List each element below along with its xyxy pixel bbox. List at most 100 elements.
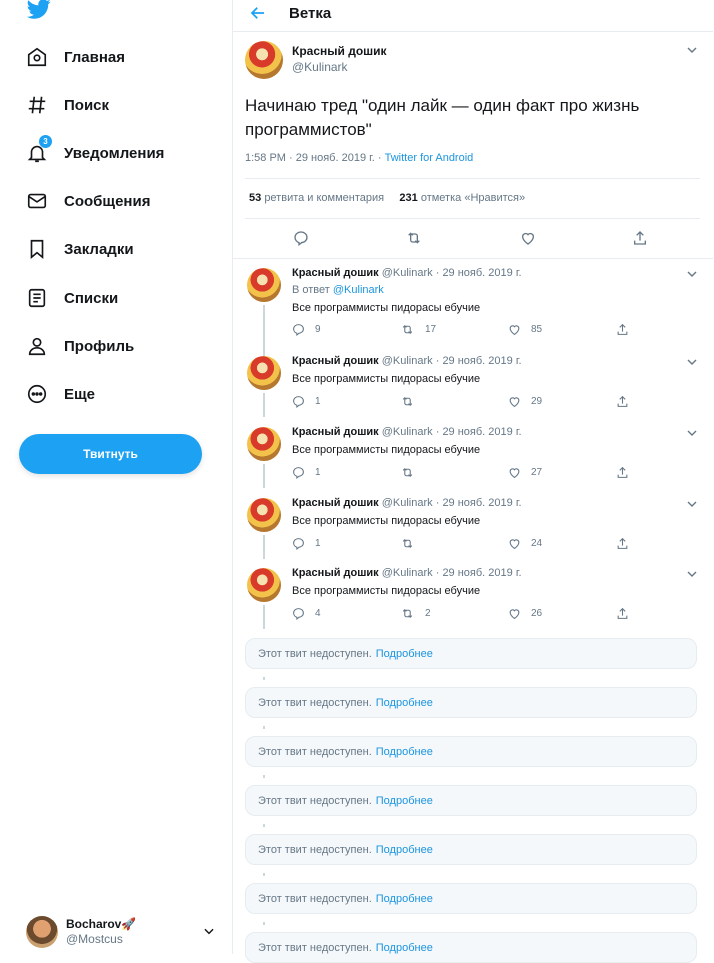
chevron-down-icon[interactable] — [687, 571, 697, 577]
reply-action[interactable]: 4 — [292, 607, 400, 620]
like-action[interactable]: 27 — [508, 466, 616, 479]
sidebar: Главная Поиск 3 Уведомления Сообщения За… — [0, 0, 232, 954]
reply-icon — [293, 396, 304, 408]
learn-more-link[interactable]: Подробнее — [376, 795, 433, 807]
retweets-stat[interactable]: 53 ретвита и комментария — [249, 192, 384, 204]
reply-actions: 1 29 — [292, 395, 637, 408]
tweet-text: Начинаю тред "один лайк — один факт про … — [245, 96, 640, 139]
reply-icon — [293, 324, 304, 336]
chevron-down-icon[interactable] — [687, 271, 697, 277]
reply-tweet[interactable]: Красный дошик @Kulinark · 29 нояб. 2019 … — [233, 347, 713, 417]
avatar[interactable] — [247, 568, 281, 602]
chevron-down-icon[interactable] — [687, 501, 697, 507]
like-action[interactable]: 85 — [508, 323, 616, 336]
reply-header: Красный дошик @Kulinark · 29 нояб. 2019 … — [292, 267, 522, 279]
avatar — [26, 916, 58, 948]
reply-tweet[interactable]: Красный дошик @Kulinark · 29 нояб. 2019 … — [233, 489, 713, 559]
learn-more-link[interactable]: Подробнее — [376, 648, 433, 660]
thread-line — [263, 677, 265, 680]
bell-icon: 3 — [25, 135, 52, 165]
reply-tweet[interactable]: Красный дошик @Kulinark · 29 нояб. 2019 … — [233, 259, 713, 365]
avatar[interactable] — [247, 427, 281, 461]
retweet-action[interactable] — [400, 395, 508, 408]
learn-more-link[interactable]: Подробнее — [376, 893, 433, 905]
reply-text: Все программисты пидорасы ебучие — [292, 373, 481, 385]
share-action[interactable] — [616, 323, 629, 336]
tweet-author-name[interactable]: Красный дошик — [292, 44, 387, 58]
chevron-down-icon[interactable] — [687, 359, 697, 365]
avatar[interactable] — [247, 268, 281, 302]
reply-action[interactable]: 9 — [292, 323, 400, 336]
sidebar-item-more[interactable]: Еще — [25, 379, 95, 409]
learn-more-link[interactable]: Подробнее — [376, 697, 433, 709]
sidebar-item-search[interactable]: Поиск — [25, 90, 109, 120]
back-arrow-icon[interactable] — [249, 4, 267, 22]
home-icon — [25, 45, 49, 69]
sidebar-item-bookmarks[interactable]: Закладки — [25, 234, 134, 264]
reply-action[interactable]: 1 — [292, 537, 400, 550]
heart-icon — [509, 539, 520, 550]
share-action[interactable] — [616, 607, 629, 620]
reply-tweet[interactable]: Красный дошик @Kulinark · 29 нояб. 2019 … — [233, 559, 713, 629]
reply-actions: 9 17 85 — [292, 323, 637, 336]
reply-action[interactable]: 1 — [292, 395, 400, 408]
reply-actions: 1 24 — [292, 537, 637, 550]
thread-line — [263, 873, 265, 876]
retweet-icon[interactable] — [405, 230, 423, 246]
retweet-action[interactable]: 17 — [400, 323, 508, 336]
learn-more-link[interactable]: Подробнее — [376, 844, 433, 856]
like-action[interactable]: 26 — [508, 607, 616, 620]
share-icon[interactable] — [632, 230, 648, 246]
reply-action[interactable]: 1 — [292, 466, 400, 479]
reply-actions: 1 27 — [292, 466, 637, 479]
learn-more-link[interactable]: Подробнее — [376, 746, 433, 758]
unavailable-tweet: Этот твит недоступен. Подробнее — [245, 687, 697, 718]
share-action[interactable] — [616, 466, 629, 479]
sidebar-item-lists[interactable]: Списки — [25, 283, 118, 313]
divider — [245, 218, 700, 219]
sidebar-item-notifications[interactable]: 3 Уведомления — [25, 135, 164, 168]
avatar[interactable] — [245, 41, 283, 79]
tweet-button[interactable]: Твитнуть — [19, 434, 202, 474]
tweet-source-link[interactable]: Twitter for Android — [385, 152, 474, 164]
sidebar-item-messages[interactable]: Сообщения — [25, 186, 150, 216]
tweet-author-handle[interactable]: @Kulinark — [292, 60, 348, 74]
reply-icon[interactable] — [293, 230, 309, 246]
avatar[interactable] — [247, 356, 281, 390]
like-action[interactable]: 29 — [508, 395, 616, 408]
retweet-icon — [402, 396, 413, 407]
heart-icon[interactable] — [520, 230, 536, 246]
bookmark-icon — [25, 237, 49, 261]
person-icon — [25, 334, 49, 358]
reply-tweet[interactable]: Красный дошик @Kulinark · 29 нояб. 2019 … — [233, 418, 713, 488]
reply-icon — [293, 538, 304, 550]
unavailable-tweet: Этот твит недоступен. Подробнее — [245, 638, 697, 669]
retweet-action[interactable] — [400, 466, 508, 479]
tweet-actions — [293, 230, 648, 246]
chevron-down-icon — [204, 928, 214, 935]
share-icon — [617, 537, 628, 549]
sidebar-item-profile[interactable]: Профиль — [25, 331, 134, 361]
reply-header: Красный дошик @Kulinark · 29 нояб. 2019 … — [292, 426, 522, 438]
reply-header: Красный дошик @Kulinark · 29 нояб. 2019 … — [292, 567, 522, 579]
avatar[interactable] — [247, 498, 281, 532]
sidebar-item-label: Сообщения — [64, 192, 151, 210]
retweet-action[interactable]: 2 — [400, 607, 508, 620]
twitter-bird-icon[interactable] — [25, 0, 53, 21]
learn-more-link[interactable]: Подробнее — [376, 942, 433, 954]
reply-icon — [293, 608, 304, 620]
like-action[interactable]: 24 — [508, 537, 616, 550]
mention-link[interactable]: @Kulinark — [333, 284, 384, 296]
retweet-action[interactable] — [400, 537, 508, 550]
account-switcher[interactable]: Bocharov🚀 @Mostcus — [26, 914, 222, 950]
share-action[interactable] — [616, 395, 629, 408]
likes-stat[interactable]: 231 отметка «Нравится» — [399, 192, 525, 204]
sidebar-item-home[interactable]: Главная — [25, 42, 125, 72]
sidebar-item-label: Профиль — [64, 337, 135, 355]
envelope-icon — [25, 189, 49, 213]
chevron-down-icon[interactable] — [687, 47, 697, 53]
sidebar-item-label: Главная — [64, 48, 126, 66]
chevron-down-icon[interactable] — [687, 430, 697, 436]
thread-line — [263, 922, 265, 925]
share-action[interactable] — [616, 537, 629, 550]
